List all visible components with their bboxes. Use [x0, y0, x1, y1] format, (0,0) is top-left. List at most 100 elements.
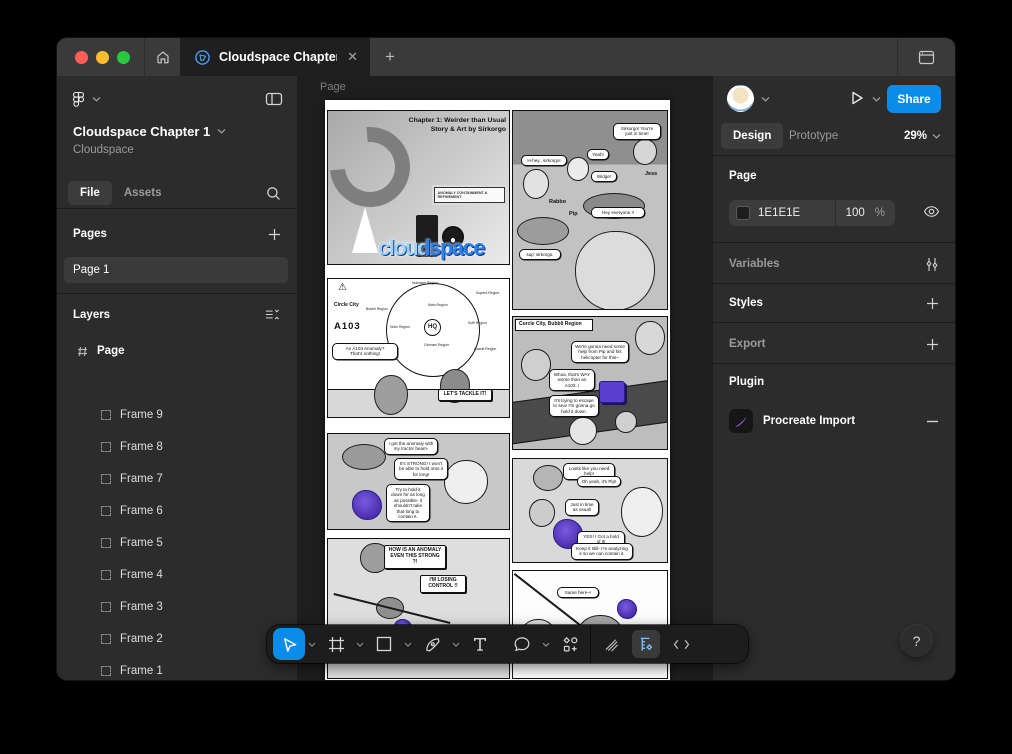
- dev-mode-button[interactable]: [664, 625, 698, 663]
- comic-text: Keep it still- I'm analyzing it so we ca…: [571, 543, 633, 560]
- shape-tool-button[interactable]: [367, 625, 401, 663]
- comic-text: It's STRONG! I won't be able to hold ont…: [394, 458, 448, 480]
- minus-icon: [926, 420, 939, 423]
- zoom-menu[interactable]: 29%: [904, 123, 941, 149]
- draw-mode-button[interactable]: [594, 625, 628, 663]
- frame-icon: [101, 634, 111, 644]
- comic-art-circle: [633, 139, 657, 165]
- variables-section-header: Variables: [729, 258, 780, 270]
- present-chevron-icon[interactable]: [872, 96, 881, 102]
- share-button[interactable]: Share: [887, 85, 941, 113]
- home-button[interactable]: [144, 38, 180, 76]
- close-tab-icon[interactable]: ✕: [345, 49, 360, 65]
- layer-row-frame[interactable]: Frame 2: [57, 623, 297, 655]
- text-tool-icon: [472, 636, 488, 652]
- help-button[interactable]: ?: [901, 625, 932, 656]
- comic-text: Glomani Region: [424, 343, 452, 347]
- project-name[interactable]: Cloudspace: [73, 144, 134, 156]
- windows-icon: [918, 50, 935, 65]
- add-page-button[interactable]: [268, 228, 281, 241]
- traffic-lights: [57, 38, 144, 76]
- comic-art-scribble: [352, 490, 382, 520]
- pen-tool-chevron[interactable]: [449, 642, 463, 647]
- rectangle-tool-icon: [376, 636, 392, 652]
- minimize-window-button[interactable]: [96, 51, 109, 64]
- window-switcher-button[interactable]: [897, 38, 955, 76]
- add-style-button[interactable]: [926, 297, 939, 310]
- comment-tool-button[interactable]: [505, 625, 539, 663]
- move-tool-chevron[interactable]: [305, 642, 319, 647]
- shape-tool-chevron[interactable]: [401, 642, 415, 647]
- color-hex-value[interactable]: 1E1E1E: [758, 207, 800, 219]
- layer-row-frame[interactable]: Frame 3: [57, 591, 297, 623]
- layer-row-frame[interactable]: Frame 5: [57, 527, 297, 559]
- collapse-layers-button[interactable]: [265, 309, 281, 322]
- collapse-list-icon: [265, 309, 281, 322]
- styles-section-header: Styles: [729, 297, 763, 309]
- opacity-value[interactable]: 100: [846, 207, 865, 219]
- comic-text: ANOMALY CONTAINMENT & REFINEMENT: [434, 187, 505, 203]
- comic-text: Rabbo: [549, 199, 573, 205]
- layer-row-frame[interactable]: Frame 9: [57, 399, 297, 431]
- figma-menu-button[interactable]: [71, 91, 101, 108]
- tab-prototype[interactable]: Prototype: [789, 123, 838, 149]
- frame-tool-button[interactable]: [319, 625, 353, 663]
- annotate-mode-button[interactable]: [632, 630, 660, 658]
- page-list-item[interactable]: Page 1: [64, 257, 288, 283]
- file-name-chevron-icon[interactable]: [217, 128, 226, 134]
- search-button[interactable]: [266, 186, 281, 201]
- comic-art-circle: [529, 499, 555, 527]
- layer-row-frame[interactable]: Frame 8: [57, 431, 297, 463]
- new-tab-button[interactable]: +: [370, 38, 410, 76]
- layer-row-frame[interactable]: Frame 7: [57, 463, 297, 495]
- plus-icon: [926, 297, 939, 310]
- plugin-name[interactable]: Procreate Import: [763, 415, 855, 427]
- canvas-page-label[interactable]: Page: [320, 81, 346, 93]
- actions-button[interactable]: [553, 625, 587, 663]
- frame-icon: [101, 442, 111, 452]
- comic-art-circle: [635, 321, 665, 355]
- layer-label: Frame 5: [120, 537, 163, 549]
- comic-text: An A103 Anomaly? That's nothing!: [332, 343, 398, 360]
- color-swatch[interactable]: [736, 206, 750, 220]
- comic-text: LET'S TACKLE IT!: [438, 389, 492, 401]
- comic-page[interactable]: Chapter 1: Weirder than UsualStory & Art…: [325, 100, 670, 680]
- move-tool-button[interactable]: [273, 628, 305, 660]
- toggle-visibility-button[interactable]: [923, 205, 940, 218]
- avatar[interactable]: [727, 85, 754, 112]
- frame-tool-chevron[interactable]: [353, 642, 367, 647]
- present-button[interactable]: [848, 89, 866, 107]
- add-export-button[interactable]: [926, 338, 939, 351]
- tab-bar-spacer: [410, 38, 897, 76]
- remove-plugin-button[interactable]: [926, 420, 939, 423]
- layer-row-page[interactable]: Page: [57, 335, 297, 367]
- frame-icon: [101, 666, 111, 676]
- tab-file[interactable]: File: [68, 181, 112, 205]
- comic-art-scribble: [617, 599, 637, 619]
- canvas[interactable]: Page Chapter 1: Weirder than UsualStory …: [297, 76, 713, 680]
- hash-icon: [77, 346, 88, 357]
- tab-assets[interactable]: Assets: [124, 187, 162, 199]
- layer-row-frame[interactable]: Frame 4: [57, 559, 297, 591]
- comic-text: Main Region: [428, 303, 452, 307]
- file-tab[interactable]: Cloudspace Chapter 1 ✕: [180, 38, 370, 76]
- layer-row-frame[interactable]: Frame 1: [57, 655, 297, 680]
- comic-art-circle: [615, 411, 637, 433]
- comic-text: Chapter 1: Weirder than Usual: [386, 117, 506, 125]
- tab-design[interactable]: Design: [721, 123, 783, 149]
- comic-art-circle: [374, 375, 408, 415]
- text-tool-button[interactable]: [463, 625, 497, 663]
- frame-icon: [101, 602, 111, 612]
- page-color-row[interactable]: 1E1E1E 100 %: [729, 200, 895, 226]
- layer-row-frame[interactable]: Frame 6: [57, 495, 297, 527]
- toggle-sidebar-button[interactable]: [265, 92, 283, 106]
- plugin-section-header: Plugin: [729, 376, 764, 388]
- zoom-window-button[interactable]: [117, 51, 130, 64]
- close-window-button[interactable]: [75, 51, 88, 64]
- open-variables-button[interactable]: [925, 257, 939, 272]
- avatar-chevron-icon[interactable]: [761, 96, 770, 102]
- comic-art-circle: [521, 349, 551, 381]
- comment-tool-chevron[interactable]: [539, 642, 553, 647]
- layer-label: Frame 9: [120, 409, 163, 421]
- pen-tool-button[interactable]: [415, 625, 449, 663]
